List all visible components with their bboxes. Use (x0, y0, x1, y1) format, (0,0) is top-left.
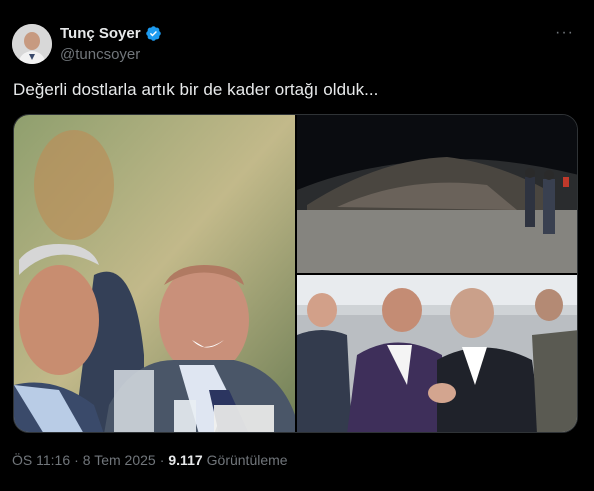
tweet-text: Değerli dostlarla artık bir de kader ort… (13, 80, 379, 99)
photo-rubble-night-image (297, 115, 577, 273)
avatar-photo (12, 24, 52, 64)
tweet-meta: ÖS 11:16 · 8 Tem 2025 · 9.117 Görüntülem… (12, 452, 288, 468)
avatar[interactable] (12, 24, 52, 64)
photo-smiling-men-table-image (14, 115, 295, 432)
name-row: Tunç Soyer (60, 25, 162, 42)
tweet-header: Tunç Soyer @tuncsoyer ··· (12, 22, 582, 66)
views-label: Görüntüleme (206, 452, 288, 468)
photo-smiling-men-table[interactable] (14, 115, 295, 432)
photo-greeting-crowd-image (297, 275, 577, 432)
user-handle[interactable]: @tuncsoyer (60, 46, 140, 63)
display-name[interactable]: Tunç Soyer (60, 25, 141, 42)
tweet-date[interactable]: 8 Tem 2025 (83, 452, 156, 468)
meta-separator: · (159, 452, 165, 468)
views-count: 9.117 (168, 452, 203, 468)
meta-separator: · (74, 452, 79, 468)
media-grid (13, 114, 578, 433)
tweet-time[interactable]: ÖS 11:16 (12, 452, 70, 468)
photo-rubble-night[interactable] (297, 115, 577, 273)
photo-greeting-crowd[interactable] (297, 275, 577, 432)
verified-badge-icon (145, 26, 161, 41)
more-options-icon[interactable]: ··· (555, 25, 574, 41)
